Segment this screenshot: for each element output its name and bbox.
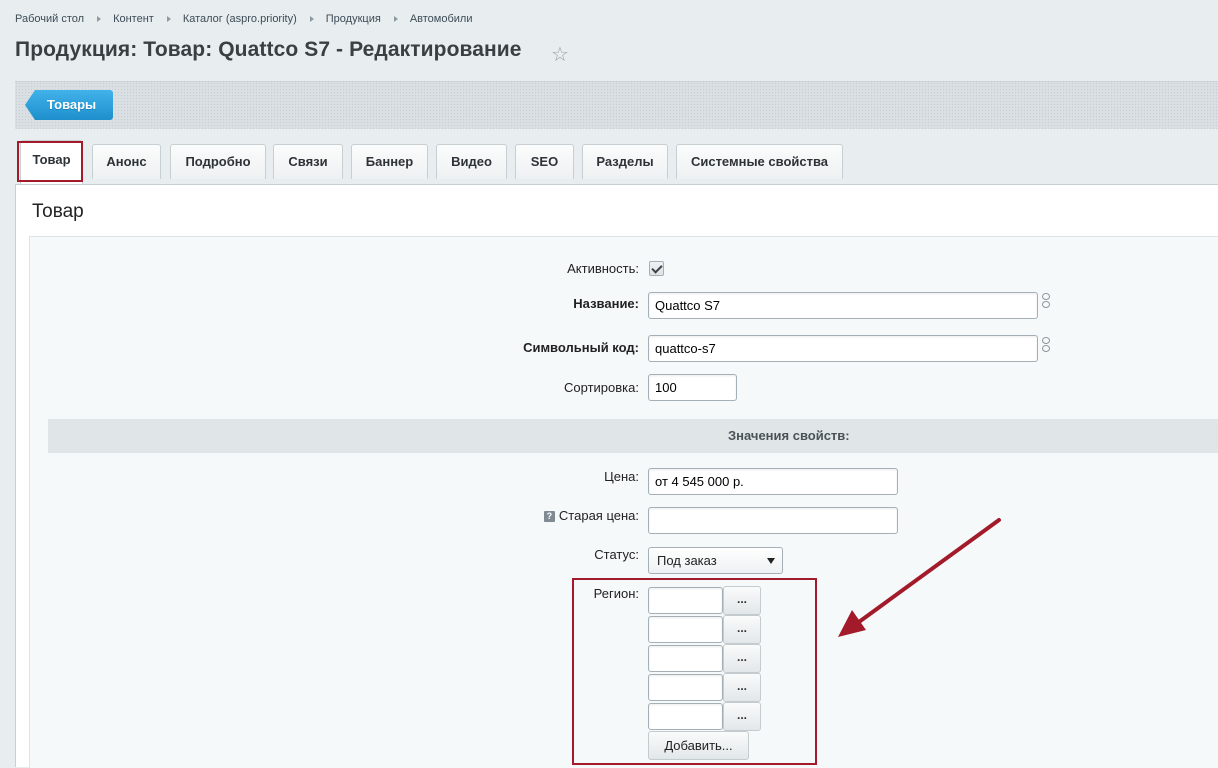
code-input[interactable]: [648, 335, 1038, 362]
context-toolbar: Товары: [15, 81, 1218, 129]
code-label: Символьный код:: [523, 340, 639, 355]
price-label: Цена:: [604, 469, 639, 484]
breadcrumb-item-cars[interactable]: Автомобили: [410, 13, 473, 25]
chevron-right-icon: [309, 16, 314, 22]
tab-sections[interactable]: Разделы: [582, 144, 668, 179]
sort-label: Сортировка:: [564, 380, 639, 395]
star-icon[interactable]: ☆: [551, 42, 569, 67]
old-price-input[interactable]: [648, 507, 898, 534]
breadcrumb-item-catalog[interactable]: Каталог (aspro.priority): [183, 13, 297, 25]
region-select-button[interactable]: ...: [723, 673, 761, 702]
sort-input[interactable]: [648, 374, 737, 401]
form-area: [29, 236, 1218, 768]
status-select[interactable]: Под заказ: [648, 547, 783, 574]
region-select-button[interactable]: ...: [723, 644, 761, 673]
tab-announce[interactable]: Анонс: [92, 144, 161, 179]
name-input[interactable]: [648, 292, 1038, 319]
tab-details[interactable]: Подробно: [170, 144, 266, 179]
dropdown-arrow-icon: [767, 558, 775, 564]
region-input[interactable]: [648, 703, 723, 730]
name-label: Название:: [573, 296, 639, 311]
tab-video[interactable]: Видео: [436, 144, 507, 179]
tab-seo[interactable]: SEO: [515, 144, 574, 179]
region-select-button[interactable]: ...: [723, 586, 761, 615]
status-select-value: Под заказ: [657, 553, 717, 568]
breadcrumb-item-desktop[interactable]: Рабочий стол: [15, 13, 84, 25]
breadcrumb: Рабочий стол Контент Каталог (aspro.prio…: [15, 11, 472, 27]
breadcrumb-item-products[interactable]: Продукция: [326, 13, 381, 25]
region-input[interactable]: [648, 645, 723, 672]
chevron-right-icon: [166, 16, 171, 22]
help-icon[interactable]: ?: [543, 511, 555, 522]
tab-product[interactable]: Товар: [20, 140, 83, 184]
region-select-button[interactable]: ...: [723, 615, 761, 644]
add-region-button[interactable]: Добавить...: [648, 731, 749, 760]
tab-bar: Товар Анонс Подробно Связи Баннер Видео …: [15, 140, 1218, 184]
properties-section-header: Значения свойств:: [48, 419, 1218, 453]
region-input[interactable]: [648, 616, 723, 643]
region-input[interactable]: [648, 674, 723, 701]
breadcrumb-item-content[interactable]: Контент: [113, 13, 154, 25]
chevron-right-icon: [97, 16, 102, 22]
link-chain-icon[interactable]: [1040, 293, 1052, 315]
panel-title: Товар: [32, 201, 84, 222]
status-label: Статус:: [594, 547, 639, 562]
region-label: Регион:: [593, 586, 639, 601]
region-select-button[interactable]: ...: [723, 702, 761, 731]
items-back-button[interactable]: Товары: [25, 90, 114, 120]
region-input[interactable]: [648, 587, 723, 614]
active-checkbox[interactable]: [649, 261, 664, 276]
active-label: Активность:: [567, 261, 639, 276]
tab-system-properties[interactable]: Системные свойства: [676, 144, 843, 179]
properties-header-text: Значения свойств:: [728, 428, 850, 443]
link-chain-icon[interactable]: [1040, 337, 1052, 359]
page-title: Продукция: Товар: Quattco S7 - Редактиро…: [15, 38, 522, 61]
tab-links[interactable]: Связи: [273, 144, 343, 179]
price-input[interactable]: [648, 468, 898, 495]
chevron-right-icon: [393, 16, 398, 22]
old-price-label: ? Старая цена:: [339, 508, 639, 523]
tab-banner[interactable]: Баннер: [351, 144, 428, 179]
